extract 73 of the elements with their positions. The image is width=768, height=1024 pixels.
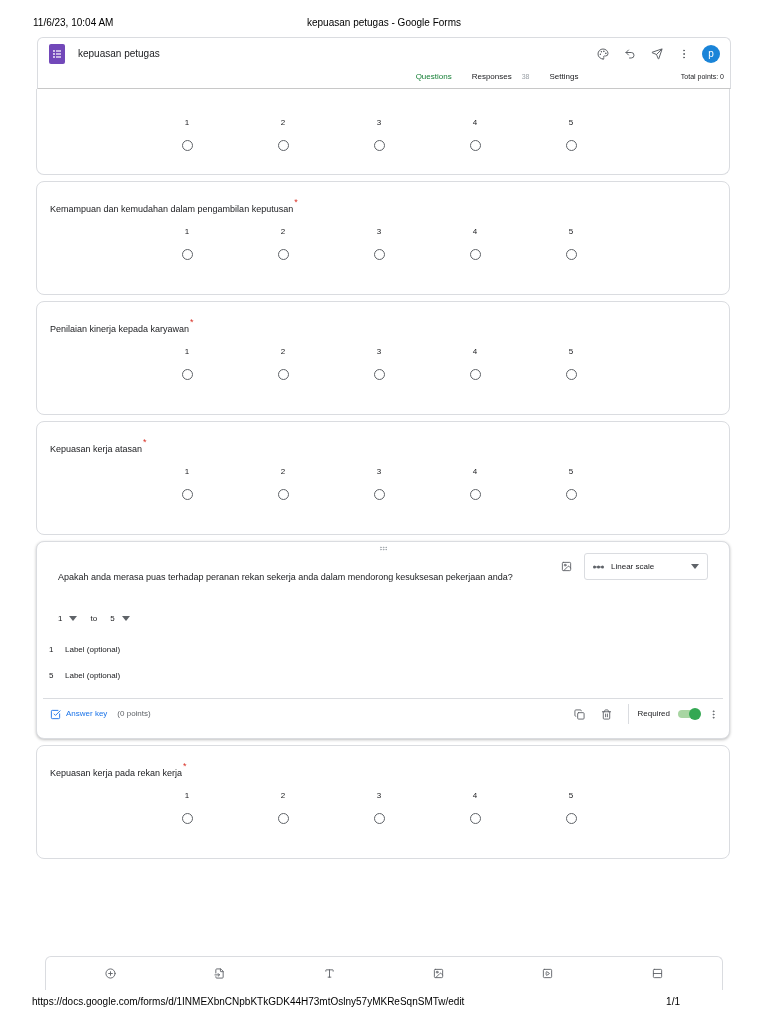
label-number: 1 [49, 643, 55, 656]
scale-value: 4 [472, 346, 478, 358]
required-asterisk: * [143, 436, 147, 449]
scale-value: 2 [280, 790, 286, 802]
page-number: 1/1 [666, 994, 680, 1009]
image-icon[interactable] [433, 968, 445, 979]
undo-icon[interactable] [624, 47, 636, 60]
add-question-icon[interactable] [105, 968, 117, 979]
tab[interactable]: Questions [415, 71, 452, 83]
duplicate-icon[interactable] [573, 708, 585, 720]
scale-value: 5 [568, 226, 574, 238]
question-title[interactable]: Apakah anda merasa puas terhadap peranan rekan sekerja anda dalam mendorong kesuksesan pekerjaan anda? [58, 571, 561, 585]
scale-value: 4 [472, 117, 478, 129]
scale-value: 1 [184, 226, 190, 238]
video-icon[interactable] [542, 968, 554, 979]
palette-icon[interactable] [597, 47, 609, 60]
form-title: kepuasan petugas [78, 47, 161, 61]
scale-value: 5 [568, 346, 574, 358]
answer-key-button[interactable]: Answer key [50, 708, 108, 720]
avatar[interactable]: p [702, 44, 720, 63]
scale-value: 3 [376, 346, 382, 358]
scale-value: 4 [472, 226, 478, 238]
scale-value: 5 [568, 466, 574, 478]
scale-value: 3 [376, 466, 382, 478]
label-input[interactable]: Label (optional) [65, 669, 265, 682]
scale-value: 5 [568, 790, 574, 802]
scale-value: 1 [184, 117, 190, 129]
send-icon[interactable] [651, 47, 663, 60]
page-url: https://docs.google.com/forms/d/1INMEXbnCNpbKTkGDK44H73mtOslny57yMKReSqnSMTw/edit [32, 994, 465, 1009]
scale-value: 3 [376, 117, 382, 129]
scale-value: 1 [184, 346, 190, 358]
scale-value: 3 [376, 790, 382, 802]
tab[interactable]: Settings [549, 71, 579, 83]
linear-scale-icon [593, 564, 604, 569]
scale-value: 4 [472, 466, 478, 478]
scale-value: 2 [280, 117, 286, 129]
caret-icon [69, 616, 78, 621]
required-asterisk: * [183, 760, 187, 773]
scale-value: 2 [280, 466, 286, 478]
question-title: Penilaian kinerja kepada karyawan [50, 323, 190, 336]
delete-icon[interactable] [600, 708, 612, 720]
label-input[interactable]: Label (optional) [65, 643, 265, 656]
label-number: 5 [49, 669, 55, 682]
image-icon[interactable] [561, 561, 572, 572]
question-title: Kemampuan dan kemudahan dalam pengambilan keputusan [50, 203, 294, 216]
caret-icon [121, 616, 130, 621]
print-date: 11/6/23, 10:04 AM [33, 16, 115, 30]
scale-value: 1 [184, 790, 190, 802]
scale-end-dropdown[interactable]: 5 [110, 612, 130, 625]
scale-start-dropdown[interactable]: 1 [58, 612, 78, 625]
required-asterisk: * [294, 196, 298, 209]
section-icon[interactable] [651, 968, 663, 979]
required-toggle[interactable] [678, 710, 700, 718]
range-connector: to [90, 612, 98, 625]
scale-value: 3 [376, 226, 382, 238]
import-icon[interactable] [214, 968, 226, 979]
page-title: kepuasan petugas - Google Forms [306, 16, 462, 30]
drag-handle-icon[interactable] [378, 544, 388, 553]
scale-value: 4 [472, 790, 478, 802]
scale-value: 1 [184, 466, 190, 478]
question-type-dropdown[interactable]: Linear scale [584, 553, 708, 580]
points-label: (0 points) [117, 708, 152, 720]
question-title: Kepuasan kerja atasan [50, 443, 143, 456]
required-asterisk: * [190, 316, 194, 329]
text-icon[interactable] [323, 968, 335, 979]
scale-value: 5 [568, 117, 574, 129]
scale-value: 2 [280, 226, 286, 238]
caret-icon [691, 564, 699, 569]
scale-value: 2 [280, 346, 286, 358]
required-label: Required [637, 708, 670, 720]
question-title: Kepuasan kerja pada rekan kerja [50, 767, 183, 780]
checkbox-icon [50, 708, 61, 720]
forms-logo-icon [49, 43, 65, 64]
